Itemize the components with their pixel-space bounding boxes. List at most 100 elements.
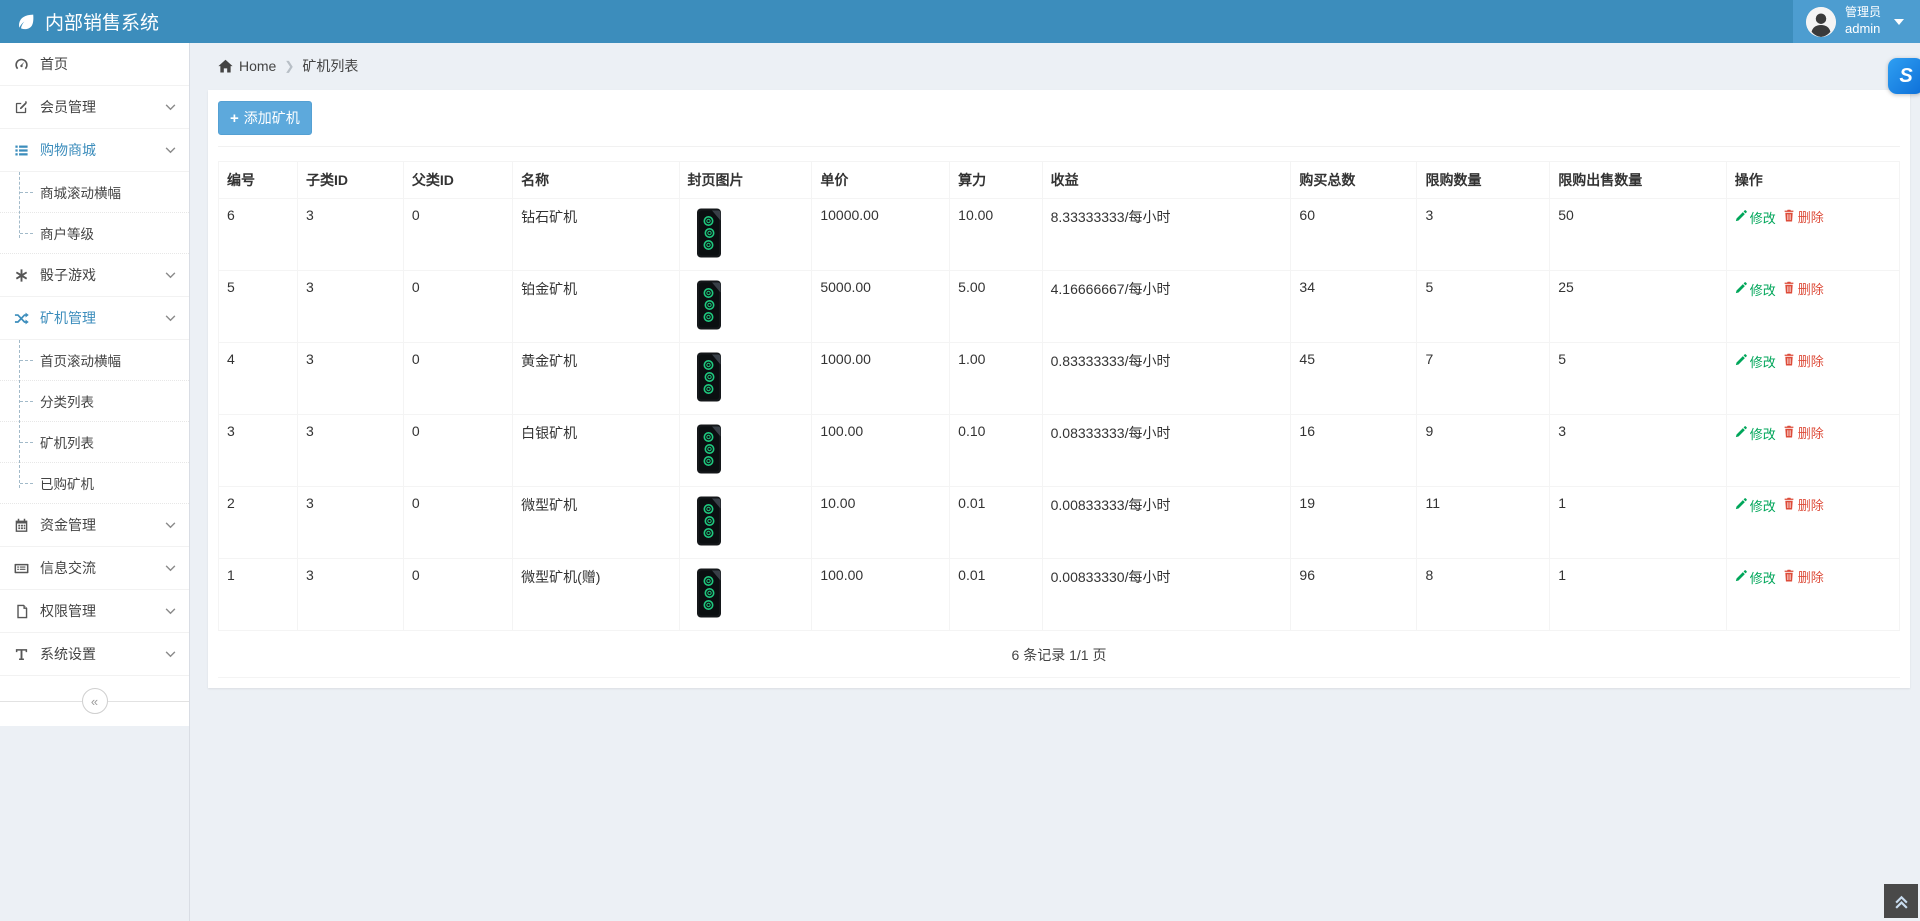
add-miner-button[interactable]: + 添加矿机 [218, 101, 312, 135]
edit-label: 修改 [1750, 424, 1776, 443]
record-count-summary: 6 条记录 1/1 页 [218, 631, 1900, 678]
sidebar-item-label: 会员管理 [40, 97, 96, 117]
delete-link[interactable]: 删除 [1783, 207, 1824, 226]
app-logo[interactable]: 内部销售系统 [0, 0, 190, 43]
divider [0, 701, 82, 702]
cell-limit-sell: 25 [1550, 271, 1727, 343]
edit-icon [13, 100, 30, 115]
sidebar-item-permissions[interactable]: 权限管理 [0, 590, 189, 633]
sidebar-collapse-button[interactable]: « [82, 688, 108, 714]
sidebar-subitem-category-list[interactable]: 分类列表 [0, 381, 189, 422]
cell-profit: 0.83333333/每小时 [1042, 343, 1291, 415]
back-to-top-button[interactable] [1884, 884, 1918, 918]
cell-id: 6 [219, 199, 298, 271]
chevron-right-icon: ❯ [284, 59, 294, 73]
cell-limit-sell: 1 [1550, 559, 1727, 631]
chevron-down-icon [165, 608, 176, 615]
miner-cover-image [688, 567, 730, 619]
sidebar-item-home[interactable]: 首页 [0, 43, 189, 86]
sidebar-subitem-miner-list[interactable]: 矿机列表 [0, 422, 189, 463]
tree-dash [20, 192, 33, 193]
user-role: 管理员 [1845, 5, 1881, 19]
delete-link[interactable]: 删除 [1783, 279, 1824, 298]
cell-sub-id: 3 [298, 559, 404, 631]
cell-actions: 修改 删除 [1726, 559, 1899, 631]
column-header-5: 单价 [812, 162, 950, 199]
column-header-2: 父类ID [403, 162, 512, 199]
edit-link[interactable]: 修改 [1735, 208, 1776, 227]
sidebar-item-label: 矿机管理 [40, 308, 96, 328]
browser-plugin-icon[interactable]: S [1888, 58, 1920, 94]
cell-actions: 修改删除 [1726, 271, 1899, 343]
table-row: 430黄金矿机1000.001.000.83333333/每小时4575修改删除 [219, 343, 1900, 415]
chevron-down-icon [165, 147, 176, 154]
asterisk-icon [13, 268, 30, 283]
chevron-down-icon [165, 651, 176, 658]
cell-total-bought: 16 [1291, 415, 1417, 487]
delete-label: 删除 [1798, 567, 1824, 586]
sidebar-subitem-home-banner[interactable]: 首页滚动横幅 [0, 340, 189, 381]
sidebar-item-settings[interactable]: 系统设置 [0, 633, 189, 676]
sidebar-subitem-label: 已购矿机 [40, 477, 94, 492]
cell-power: 1.00 [950, 343, 1042, 415]
cell-parent-id: 0 [403, 271, 512, 343]
delete-label: 删除 [1798, 207, 1824, 226]
sidebar-item-messages[interactable]: 信息交流 [0, 547, 189, 590]
delete-label: 删除 [1798, 423, 1824, 442]
sidebar-collapse-row: « [0, 676, 189, 726]
edit-link[interactable]: 修改 [1735, 496, 1776, 515]
cell-id: 2 [219, 487, 298, 559]
sidebar-item-dice-game[interactable]: 骰子游戏 [0, 254, 189, 297]
content-area: Home ❯ 矿机列表 + 添加矿机 编号子类ID父类ID名称封页图片单价算力收… [190, 43, 1920, 921]
table-body: 630钻石矿机10000.0010.008.33333333/每小时60350修… [219, 199, 1900, 631]
table-row: 630钻石矿机10000.0010.008.33333333/每小时60350修… [219, 199, 1900, 271]
edit-label: 修改 [1750, 208, 1776, 227]
column-header-4: 封页图片 [679, 162, 812, 199]
sidebar-subitem-mall-banner[interactable]: 商城滚动横幅 [0, 172, 189, 213]
cell-total-bought: 34 [1291, 271, 1417, 343]
pencil-icon [1735, 570, 1747, 585]
cell-price: 100.00 [812, 559, 950, 631]
edit-link[interactable]: 修改 [1735, 424, 1776, 443]
divider [218, 146, 1900, 147]
cell-total-bought: 45 [1291, 343, 1417, 415]
delete-link[interactable]: 删除 [1783, 567, 1824, 586]
sidebar-item-members[interactable]: 会员管理 [0, 86, 189, 129]
delete-link[interactable]: 删除 [1783, 351, 1824, 370]
cell-parent-id: 0 [403, 415, 512, 487]
breadcrumb: Home ❯ 矿机列表 [190, 43, 1920, 88]
caret-down-icon [1894, 19, 1904, 25]
breadcrumb-home-link[interactable]: Home [218, 58, 276, 74]
cell-actions: 修改删除 [1726, 487, 1899, 559]
sidebar-subitem-label: 首页滚动横幅 [40, 354, 121, 369]
cell-limit-buy: 9 [1417, 415, 1550, 487]
edit-link[interactable]: 修改 [1735, 280, 1776, 299]
sidebar-item-miner-manage[interactable]: 矿机管理 [0, 297, 189, 340]
cell-actions: 修改 删除 [1726, 415, 1899, 487]
cell-cover-image [679, 415, 812, 487]
user-info: 管理员 admin [1845, 5, 1881, 37]
cell-parent-id: 0 [403, 343, 512, 415]
cell-total-bought: 60 [1291, 199, 1417, 271]
cell-name: 微型矿机 [513, 487, 679, 559]
edit-link[interactable]: 修改 [1735, 568, 1776, 587]
cell-name: 黄金矿机 [513, 343, 679, 415]
sidebar-item-mall[interactable]: 购物商城 [0, 129, 189, 172]
cell-name: 白银矿机 [513, 415, 679, 487]
sidebar-submenu: 首页滚动横幅分类列表矿机列表已购矿机 [0, 340, 189, 504]
tree-dash [20, 360, 33, 361]
sidebar-subitem-purchased-miners[interactable]: 已购矿机 [0, 463, 189, 504]
miner-table: 编号子类ID父类ID名称封页图片单价算力收益购买总数限购数量限购出售数量操作 6… [218, 161, 1900, 631]
delete-link[interactable]: 删除 [1783, 495, 1824, 514]
edit-label: 修改 [1750, 496, 1776, 515]
user-menu[interactable]: 管理员 admin [1793, 0, 1920, 43]
miner-cover-image [688, 495, 730, 547]
column-header-10: 限购出售数量 [1550, 162, 1727, 199]
sidebar-subitem-label: 分类列表 [40, 395, 94, 410]
sidebar-subitem-merchant-level[interactable]: 商户等级 [0, 213, 189, 254]
delete-link[interactable]: 删除 [1783, 423, 1824, 442]
cell-name: 铂金矿机 [513, 271, 679, 343]
trash-icon [1783, 281, 1795, 297]
edit-link[interactable]: 修改 [1735, 352, 1776, 371]
sidebar-item-funds[interactable]: 资金管理 [0, 504, 189, 547]
